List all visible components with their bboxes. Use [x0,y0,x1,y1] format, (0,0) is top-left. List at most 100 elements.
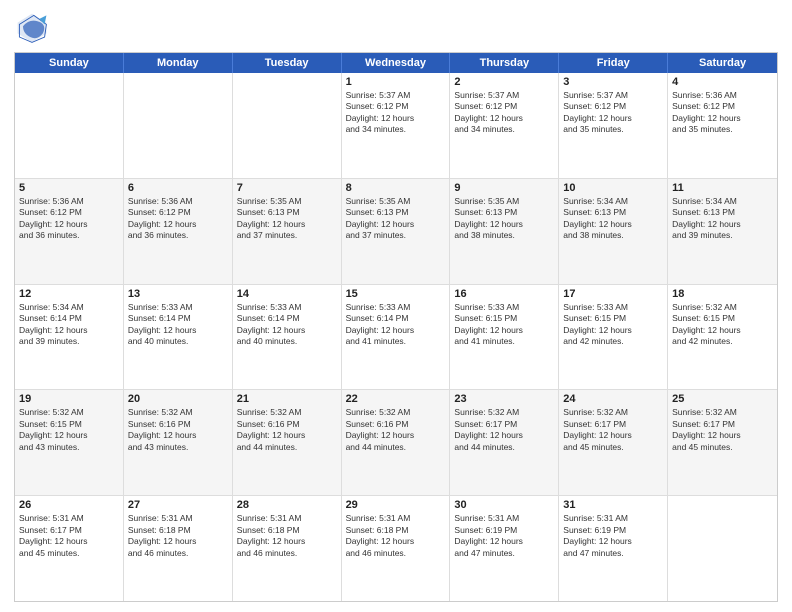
weekday-header-thursday: Thursday [450,53,559,73]
cell-info: Sunrise: 5:32 AM Sunset: 6:15 PM Dayligh… [672,302,773,348]
calendar-row-2: 12 Sunrise: 5:34 AM Sunset: 6:14 PM Dayli… [15,285,777,391]
calendar-cell: 27 Sunrise: 5:31 AM Sunset: 6:18 PM Dayli… [124,496,233,601]
calendar-cell [668,496,777,601]
day-number: 16 [454,288,554,300]
calendar-row-0: 1 Sunrise: 5:37 AM Sunset: 6:12 PM Daylig… [15,73,777,179]
weekday-header-tuesday: Tuesday [233,53,342,73]
calendar-cell: 10 Sunrise: 5:34 AM Sunset: 6:13 PM Dayli… [559,179,668,284]
weekday-header-saturday: Saturday [668,53,777,73]
cell-info: Sunrise: 5:32 AM Sunset: 6:17 PM Dayligh… [454,407,554,453]
cell-info: Sunrise: 5:31 AM Sunset: 6:18 PM Dayligh… [237,513,337,559]
calendar-cell: 20Sunrise: 5:32 AM Sunset: 6:16 PM Dayli… [124,390,233,495]
cell-info: Sunrise: 5:31 AM Sunset: 6:17 PM Dayligh… [19,513,119,559]
day-number: 10 [563,182,663,194]
day-number: 12 [19,288,119,300]
cell-info: Sunrise: 5:34 AM Sunset: 6:13 PM Dayligh… [672,196,773,242]
calendar-cell: 4 Sunrise: 5:36 AM Sunset: 6:12 PM Daylig… [668,73,777,178]
calendar-cell: 24 Sunrise: 5:32 AM Sunset: 6:17 PM Dayli… [559,390,668,495]
day-number: 14 [237,288,337,300]
calendar-cell: 12 Sunrise: 5:34 AM Sunset: 6:14 PM Dayli… [15,285,124,390]
calendar-header: SundayMondayTuesdayWednesdayThursdayFrid… [15,53,777,73]
cell-info: Sunrise: 5:35 AM Sunset: 6:13 PM Dayligh… [346,196,446,242]
calendar-cell: 8 Sunrise: 5:35 AM Sunset: 6:13 PM Daylig… [342,179,451,284]
day-number: 11 [672,182,773,194]
calendar-cell: 5 Sunrise: 5:36 AM Sunset: 6:12 PM Daylig… [15,179,124,284]
cell-info: Sunrise: 5:35 AM Sunset: 6:13 PM Dayligh… [454,196,554,242]
calendar-cell: 31 Sunrise: 5:31 AM Sunset: 6:19 PM Dayli… [559,496,668,601]
cell-info: Sunrise: 5:31 AM Sunset: 6:18 PM Dayligh… [128,513,228,559]
weekday-header-wednesday: Wednesday [342,53,451,73]
cell-info: Sunrise: 5:36 AM Sunset: 6:12 PM Dayligh… [19,196,119,242]
header [14,10,778,46]
cell-info: Sunrise: 5:33 AM Sunset: 6:14 PM Dayligh… [128,302,228,348]
day-number: 24 [563,393,663,405]
calendar-cell: 11 Sunrise: 5:34 AM Sunset: 6:13 PM Dayli… [668,179,777,284]
calendar-cell: 16 Sunrise: 5:33 AM Sunset: 6:15 PM Dayli… [450,285,559,390]
calendar-cell: 15 Sunrise: 5:33 AM Sunset: 6:14 PM Dayli… [342,285,451,390]
cell-info: Sunrise: 5:37 AM Sunset: 6:12 PM Dayligh… [454,90,554,136]
calendar-row-1: 5 Sunrise: 5:36 AM Sunset: 6:12 PM Daylig… [15,179,777,285]
calendar-cell: 19Sunrise: 5:32 AM Sunset: 6:15 PM Dayli… [15,390,124,495]
cell-info: Sunrise: 5:37 AM Sunset: 6:12 PM Dayligh… [346,90,446,136]
day-number: 1 [346,76,446,88]
day-number: 29 [346,499,446,511]
cell-info: Sunrise: 5:36 AM Sunset: 6:12 PM Dayligh… [128,196,228,242]
calendar-cell: 2 Sunrise: 5:37 AM Sunset: 6:12 PM Daylig… [450,73,559,178]
day-number: 8 [346,182,446,194]
calendar-cell: 14 Sunrise: 5:33 AM Sunset: 6:14 PM Dayli… [233,285,342,390]
cell-info: Sunrise: 5:32 AM Sunset: 6:16 PM Dayligh… [346,407,446,453]
calendar-cell: 23 Sunrise: 5:32 AM Sunset: 6:17 PM Dayli… [450,390,559,495]
day-number: 7 [237,182,337,194]
calendar-cell: 30 Sunrise: 5:31 AM Sunset: 6:19 PM Dayli… [450,496,559,601]
day-number: 21 [237,393,337,405]
day-number: 5 [19,182,119,194]
logo-icon [14,10,50,46]
cell-info: Sunrise: 5:33 AM Sunset: 6:15 PM Dayligh… [454,302,554,348]
cell-info: Sunrise: 5:32 AM Sunset: 6:16 PM Dayligh… [237,407,337,453]
logo [14,10,54,46]
calendar: SundayMondayTuesdayWednesdayThursdayFrid… [14,52,778,602]
weekday-header-friday: Friday [559,53,668,73]
cell-info: Sunrise: 5:31 AM Sunset: 6:19 PM Dayligh… [454,513,554,559]
cell-info: Sunrise: 5:37 AM Sunset: 6:12 PM Dayligh… [563,90,663,136]
cell-info: Sunrise: 5:31 AM Sunset: 6:19 PM Dayligh… [563,513,663,559]
day-number: 25 [672,393,773,405]
calendar-cell [124,73,233,178]
cell-info: Sunrise: 5:32 AM Sunset: 6:17 PM Dayligh… [672,407,773,453]
calendar-row-4: 26 Sunrise: 5:31 AM Sunset: 6:17 PM Dayli… [15,496,777,601]
calendar-row-3: 19Sunrise: 5:32 AM Sunset: 6:15 PM Dayli… [15,390,777,496]
day-number: 30 [454,499,554,511]
cell-info: Sunrise: 5:32 AM Sunset: 6:17 PM Dayligh… [563,407,663,453]
day-number: 27 [128,499,228,511]
day-number: 20 [128,393,228,405]
day-number: 26 [19,499,119,511]
cell-info: Sunrise: 5:32 AM Sunset: 6:15 PM Dayligh… [19,407,119,453]
day-number: 2 [454,76,554,88]
cell-info: Sunrise: 5:33 AM Sunset: 6:14 PM Dayligh… [237,302,337,348]
weekday-header-monday: Monday [124,53,233,73]
calendar-cell [233,73,342,178]
day-number: 3 [563,76,663,88]
calendar-cell: 13 Sunrise: 5:33 AM Sunset: 6:14 PM Dayli… [124,285,233,390]
day-number: 23 [454,393,554,405]
calendar-cell: 26 Sunrise: 5:31 AM Sunset: 6:17 PM Dayli… [15,496,124,601]
cell-info: Sunrise: 5:34 AM Sunset: 6:13 PM Dayligh… [563,196,663,242]
calendar-cell: 17Sunrise: 5:33 AM Sunset: 6:15 PM Dayli… [559,285,668,390]
day-number: 4 [672,76,773,88]
day-number: 9 [454,182,554,194]
cell-info: Sunrise: 5:33 AM Sunset: 6:14 PM Dayligh… [346,302,446,348]
calendar-cell: 1 Sunrise: 5:37 AM Sunset: 6:12 PM Daylig… [342,73,451,178]
calendar-cell: 22Sunrise: 5:32 AM Sunset: 6:16 PM Dayli… [342,390,451,495]
day-number: 31 [563,499,663,511]
cell-info: Sunrise: 5:34 AM Sunset: 6:14 PM Dayligh… [19,302,119,348]
calendar-cell: 18 Sunrise: 5:32 AM Sunset: 6:15 PM Dayli… [668,285,777,390]
cell-info: Sunrise: 5:36 AM Sunset: 6:12 PM Dayligh… [672,90,773,136]
calendar-cell: 7Sunrise: 5:35 AM Sunset: 6:13 PM Daylig… [233,179,342,284]
calendar-cell: 3 Sunrise: 5:37 AM Sunset: 6:12 PM Daylig… [559,73,668,178]
calendar-body: 1 Sunrise: 5:37 AM Sunset: 6:12 PM Daylig… [15,73,777,601]
day-number: 18 [672,288,773,300]
day-number: 13 [128,288,228,300]
day-number: 15 [346,288,446,300]
weekday-header-sunday: Sunday [15,53,124,73]
page: SundayMondayTuesdayWednesdayThursdayFrid… [0,0,792,612]
